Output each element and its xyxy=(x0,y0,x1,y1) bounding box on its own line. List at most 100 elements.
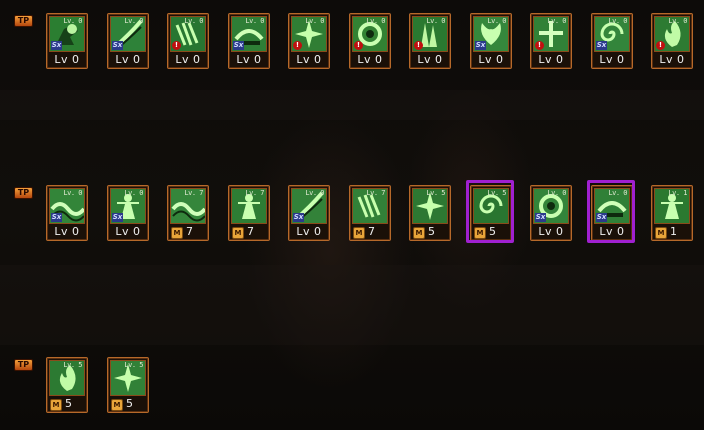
skill-slot[interactable]: Lv. 5 M5 xyxy=(46,357,88,413)
skill-slot[interactable]: Lv. 1 M1 xyxy=(651,185,693,241)
alert-badge-icon: ! xyxy=(172,41,181,50)
skill-level-readout: Lv 0 xyxy=(594,53,630,67)
figure-icon[interactable]: Lv. 0 Sx xyxy=(110,188,146,224)
skill-level-value: Lv 0 xyxy=(175,53,201,66)
skill-slot[interactable]: Lv. 0! Lv 0 xyxy=(651,13,693,69)
skill-level-small: Lv. 7 xyxy=(366,189,385,197)
skill-level-readout: M5 xyxy=(110,397,146,411)
skill-level-small: Lv. 0 xyxy=(184,17,203,25)
skill-slot[interactable]: Lv. 0! Lv 0 xyxy=(409,13,451,69)
skill-level-small: Lv. 5 xyxy=(124,361,143,369)
skill-level-readout: Lv 0 xyxy=(533,53,569,67)
sweep-icon[interactable]: Lv. 0 Sx xyxy=(231,16,267,52)
swirl-icon[interactable]: Lv. 0 Sx xyxy=(594,16,630,52)
spike-icon[interactable]: Lv. 0! xyxy=(412,16,448,52)
wing-icon[interactable]: Lv. 0 Sx xyxy=(473,16,509,52)
skill-slot[interactable]: Lv. 0 Sx Lv 0 xyxy=(228,13,270,69)
sx-badge-icon: Sx xyxy=(475,41,486,50)
skill-level-small: Lv. 0 xyxy=(487,17,506,25)
sx-badge-icon: Sx xyxy=(596,41,607,50)
skill-slot[interactable]: Lv. 0! Lv 0 xyxy=(288,13,330,69)
wave-icon[interactable]: Lv. 0 Sx xyxy=(49,188,85,224)
skill-level-readout: Lv 0 xyxy=(654,53,690,67)
swirl-icon[interactable]: Lv. 5 xyxy=(473,188,509,224)
skill-level-value: Lv 0 xyxy=(599,225,625,238)
alert-badge-icon: ! xyxy=(656,41,665,50)
skill-level-small: Lv. 0 xyxy=(124,17,143,25)
skill-level-small: Lv. 0 xyxy=(668,17,687,25)
skill-slot[interactable]: Lv. 5 M5 xyxy=(409,185,451,241)
wave-icon[interactable]: Lv. 7 xyxy=(170,188,206,224)
cross-icon[interactable]: Lv. 0! xyxy=(533,16,569,52)
tp-tag-icon: TP xyxy=(14,187,33,199)
skill-slot[interactable]: Lv. 7 M7 xyxy=(167,185,209,241)
skill-slot[interactable]: Lv. 0! Lv 0 xyxy=(349,13,391,69)
burst-icon[interactable]: Lv. 5 xyxy=(412,188,448,224)
sx-badge-icon: Sx xyxy=(293,213,304,222)
skill-level-value: 5 xyxy=(65,397,72,410)
skill-frame xyxy=(470,185,512,241)
skill-level-small: Lv. 0 xyxy=(547,189,566,197)
figure-icon[interactable]: Lv. 1 xyxy=(654,188,690,224)
skill-level-value: 5 xyxy=(428,225,435,238)
skill-level-readout: Lv 0 xyxy=(49,225,85,239)
burst-icon[interactable]: Lv. 0! xyxy=(291,16,327,52)
flame-icon[interactable]: Lv. 5 xyxy=(49,360,85,396)
skill-slot[interactable]: Lv. 0 Sx Lv 0 xyxy=(591,13,633,69)
sx-badge-icon: Sx xyxy=(596,213,607,222)
skill-level-value: 7 xyxy=(186,225,193,238)
skill-level-readout: M1 xyxy=(654,225,690,239)
skill-level-readout: M7 xyxy=(170,225,206,239)
slash-icon[interactable]: Lv. 0 Sx xyxy=(291,188,327,224)
ring-icon[interactable]: Lv. 0! xyxy=(352,16,388,52)
skill-level-small: Lv. 0 xyxy=(608,189,627,197)
skill-level-readout: M5 xyxy=(412,225,448,239)
alert-badge-icon: ! xyxy=(354,41,363,50)
skill-level-readout: Lv 0 xyxy=(110,53,146,67)
mastery-icon: M xyxy=(353,227,365,239)
skill-level-readout: M7 xyxy=(231,225,267,239)
skill-slot[interactable]: Lv. 0 Sx Lv 0 xyxy=(107,185,149,241)
slash-icon[interactable]: Lv. 0 Sx xyxy=(110,16,146,52)
skill-slot[interactable]: Lv. 0! Lv 0 xyxy=(530,13,572,69)
skill-level-small: Lv. 0 xyxy=(305,17,324,25)
skill-slot[interactable]: Lv. 5 M5 xyxy=(107,357,149,413)
skill-level-readout: M5 xyxy=(473,225,509,239)
skill-slot[interactable]: Lv. 0 Sx Lv 0 xyxy=(530,185,572,241)
tp-tag-icon: TP xyxy=(14,15,33,27)
skill-slot[interactable]: Lv. 0 Sx Lv 0 xyxy=(587,180,635,243)
skill-level-value: Lv 0 xyxy=(659,53,685,66)
fist-icon[interactable]: Lv. 0 Sx xyxy=(49,16,85,52)
skill-level-value: 1 xyxy=(670,225,677,238)
skill-slot[interactable]: Lv. 5 M5 xyxy=(466,180,514,243)
sx-badge-icon: Sx xyxy=(112,41,123,50)
skill-level-small: Lv. 0 xyxy=(426,17,445,25)
skill-slot[interactable]: Lv. 0 Sx Lv 0 xyxy=(470,13,512,69)
sweep-icon[interactable]: Lv. 0 Sx xyxy=(594,188,630,224)
row-divider-2 xyxy=(0,265,704,345)
skill-level-small: Lv. 7 xyxy=(245,189,264,197)
skill-slot[interactable]: Lv. 0 Sx Lv 0 xyxy=(46,185,88,241)
mastery-icon: M xyxy=(655,227,667,239)
alert-badge-icon: ! xyxy=(414,41,423,50)
claw-icon[interactable]: Lv. 7 xyxy=(352,188,388,224)
claw-icon[interactable]: Lv. 0! xyxy=(170,16,206,52)
figure-icon[interactable]: Lv. 7 xyxy=(231,188,267,224)
skill-slot[interactable]: Lv. 7 M7 xyxy=(228,185,270,241)
skill-level-small: Lv. 0 xyxy=(547,17,566,25)
skill-level-value: Lv 0 xyxy=(538,53,564,66)
skill-level-readout: Lv 0 xyxy=(231,53,267,67)
skill-slot[interactable]: Lv. 0 Sx Lv 0 xyxy=(107,13,149,69)
skill-level-value: Lv 0 xyxy=(115,53,141,66)
skill-level-small: Lv. 5 xyxy=(426,189,445,197)
burst-icon[interactable]: Lv. 5 xyxy=(110,360,146,396)
skill-slot[interactable]: Lv. 0 Sx Lv 0 xyxy=(288,185,330,241)
skill-level-readout: M7 xyxy=(352,225,388,239)
flame-icon[interactable]: Lv. 0! xyxy=(654,16,690,52)
skill-level-value: Lv 0 xyxy=(236,53,262,66)
skill-slot[interactable]: Lv. 0 Sx Lv 0 xyxy=(46,13,88,69)
ring-icon[interactable]: Lv. 0 Sx xyxy=(533,188,569,224)
skill-slot[interactable]: Lv. 7 M7 xyxy=(349,185,391,241)
skill-slot[interactable]: Lv. 0! Lv 0 xyxy=(167,13,209,69)
skill-level-small: Lv. 0 xyxy=(63,189,82,197)
